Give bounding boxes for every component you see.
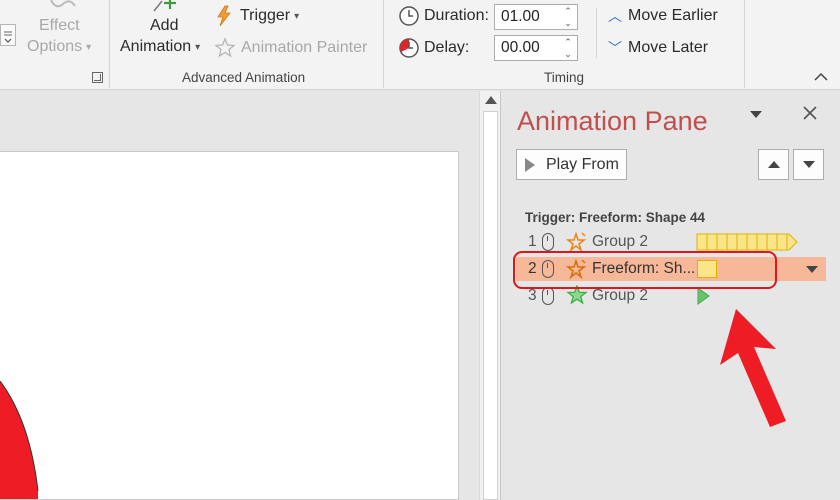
- animation-pane: Animation Pane Play From Trigger: Freefo…: [502, 91, 840, 500]
- chevron-down-icon: ▾: [195, 41, 201, 53]
- move-down-icon: [802, 161, 815, 168]
- animation-painter-label: Animation Painter: [241, 39, 368, 56]
- add-animation-line1: Add: [150, 17, 179, 34]
- chevron-up-icon: ︿: [608, 8, 622, 24]
- move-earlier-label: Move Earlier: [628, 7, 718, 24]
- move-down-button[interactable]: [793, 149, 824, 180]
- group-separator: [744, 0, 745, 88]
- timing-group-label: Timing: [544, 70, 585, 85]
- delay-clock-icon: [399, 38, 419, 58]
- chevron-down-icon: ▾: [294, 10, 300, 22]
- annotation-arrow-icon: [720, 309, 786, 427]
- timeline-bar: [696, 233, 798, 251]
- vertical-scrollbar[interactable]: [479, 91, 501, 500]
- close-icon[interactable]: [802, 105, 818, 126]
- play-icon: [525, 157, 535, 172]
- advanced-animation-group-label: Advanced Animation: [182, 70, 306, 85]
- item-dropdown-icon[interactable]: [806, 266, 818, 273]
- ribbon: Effect Options ▾ Add Animation ▾ Trigger…: [0, 0, 840, 90]
- add-animation-line2: Animation: [120, 38, 192, 55]
- timeline-marker: [697, 287, 710, 305]
- ribbon-left-dropdown[interactable]: [0, 24, 16, 46]
- group-separator: [596, 8, 597, 58]
- chevron-down-icon: ▾: [86, 41, 92, 53]
- move-up-icon: [767, 161, 780, 168]
- move-earlier-button[interactable]: ︿ Move Earlier: [608, 5, 718, 27]
- trigger-button[interactable]: Trigger ▾: [214, 5, 299, 27]
- slide-canvas[interactable]: [0, 151, 459, 500]
- highlight-outline: [513, 251, 777, 289]
- lightning-icon: [217, 5, 231, 27]
- red-circle-shape[interactable]: [0, 381, 60, 500]
- trigger-label: Trigger: [240, 7, 291, 24]
- play-from-label: Play From: [546, 155, 619, 173]
- effect-options-line2: Options: [27, 38, 83, 55]
- mouse-click-icon: [542, 287, 554, 305]
- group-separator: [383, 0, 384, 88]
- move-later-button[interactable]: ﹀ Move Later: [608, 37, 708, 59]
- move-up-button[interactable]: [758, 149, 789, 180]
- animation-painter-button[interactable]: Animation Painter: [214, 37, 367, 59]
- chevron-down-icon: ﹀: [608, 40, 622, 56]
- pane-menu-icon[interactable]: [750, 111, 762, 118]
- duration-value: 01.00: [501, 8, 540, 25]
- trigger-header: Trigger: Freeform: Shape 44: [525, 210, 706, 225]
- spinner-arrows-icon[interactable]: ⌃ ⌄: [561, 36, 575, 60]
- group-separator: [109, 0, 110, 88]
- emphasis-star-icon: [566, 232, 587, 252]
- delay-spinner[interactable]: 00.00 ⌃ ⌄: [494, 35, 578, 61]
- animation-item-name: Group 2: [592, 287, 649, 304]
- effect-options-line1: Effect: [39, 17, 80, 34]
- effect-options-icon: [50, 0, 76, 8]
- move-later-label: Move Later: [628, 39, 709, 56]
- collapse-ribbon-icon[interactable]: [812, 70, 830, 86]
- animation-pane-title: Animation Pane: [517, 106, 708, 136]
- mouse-click-icon: [542, 233, 554, 251]
- duration-spinner[interactable]: 01.00 ⌃ ⌄: [494, 4, 578, 30]
- delay-value: 00.00: [501, 39, 540, 56]
- animation-painter-icon: [214, 37, 236, 58]
- spinner-arrows-icon[interactable]: ⌃ ⌄: [561, 5, 575, 29]
- clock-icon: [399, 6, 419, 26]
- animation-item-name: Group 2: [592, 233, 649, 250]
- slide-editing-area: [0, 91, 479, 500]
- animation-item-number: 3: [528, 287, 537, 304]
- delay-label: Delay:: [424, 39, 470, 56]
- duration-label-group: Duration:: [398, 5, 489, 27]
- animation-item-number: 1: [528, 233, 537, 250]
- add-animation-button[interactable]: Add Animation ▾: [114, 0, 210, 62]
- add-animation-icon: [153, 0, 176, 12]
- duration-label: Duration:: [424, 7, 489, 24]
- effect-options-button[interactable]: Effect Options ▾: [24, 0, 96, 60]
- scrollbar-thumb[interactable]: [483, 111, 498, 500]
- animation-group-launcher-icon[interactable]: [92, 72, 103, 83]
- play-from-button[interactable]: Play From: [516, 149, 627, 180]
- delay-label-group: Delay:: [398, 37, 469, 59]
- scroll-up-icon[interactable]: [485, 96, 497, 104]
